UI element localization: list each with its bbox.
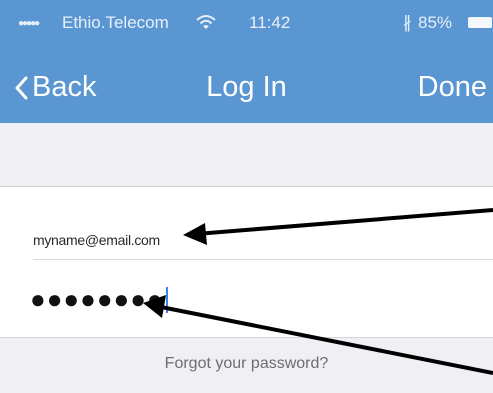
email-field[interactable] <box>33 232 333 248</box>
app-header: ●●●●● Ethio.Telecom 11:42 ∦ 85% Back Log… <box>0 0 493 123</box>
form-divider-bottom <box>0 337 493 338</box>
email-row <box>0 187 493 259</box>
text-cursor <box>165 286 168 313</box>
battery-percent: 85% <box>418 13 453 32</box>
battery-icon <box>468 17 492 28</box>
wifi-icon <box>196 15 216 29</box>
bluetooth-icon: ∦ <box>403 13 412 32</box>
signal-strength-icon: ●●●●● <box>18 18 40 29</box>
status-time: 11:42 <box>249 13 291 32</box>
password-mask: ●●●●●●●● <box>30 284 164 314</box>
status-bar: ●●●●● Ethio.Telecom 11:42 ∦ 85% <box>0 0 493 44</box>
section-spacer <box>0 123 493 186</box>
done-button[interactable]: Done <box>418 71 487 104</box>
password-row: ●●●●●●●● <box>0 260 493 336</box>
forgot-password-link[interactable]: Forgot your password? <box>0 355 493 373</box>
login-form: ●●●●●●●● <box>0 187 493 337</box>
password-field[interactable]: ●●●●●●●● <box>30 284 168 315</box>
carrier-name: Ethio.Telecom <box>62 13 169 32</box>
navigation-bar: Back Log In Done <box>0 60 493 112</box>
